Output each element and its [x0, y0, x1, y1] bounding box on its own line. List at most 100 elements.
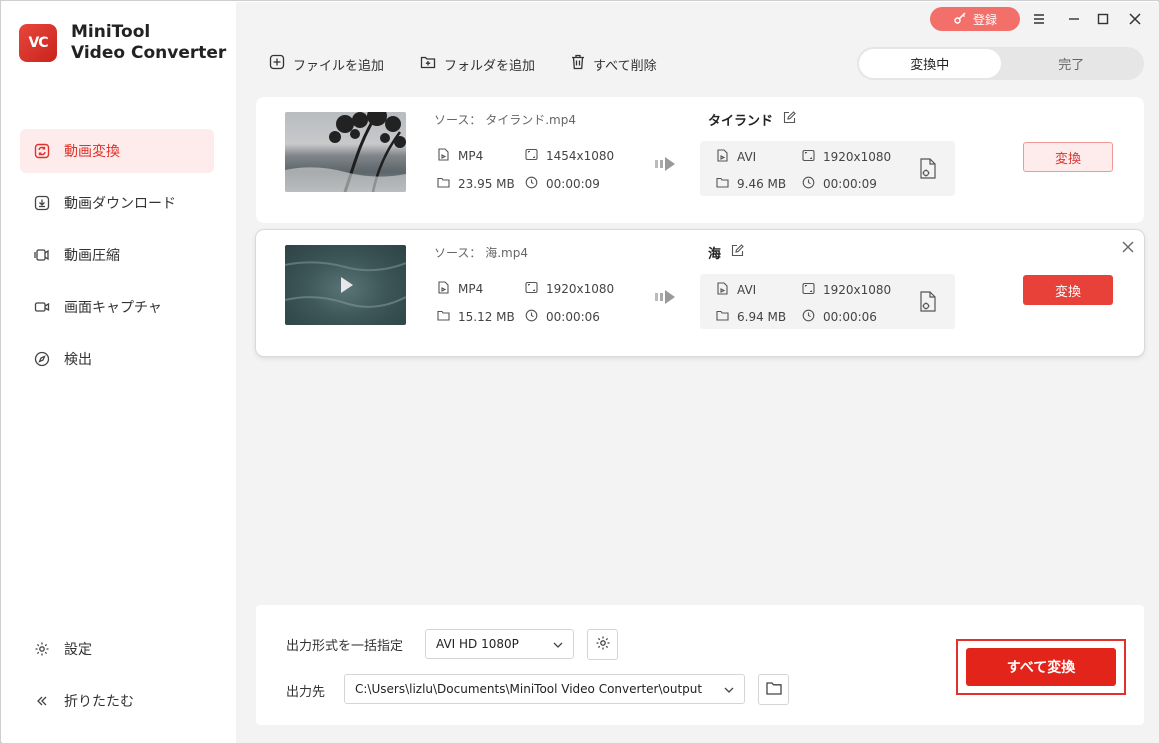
add-file-button[interactable]: ファイルを追加 — [269, 54, 384, 74]
clock-icon — [525, 176, 538, 192]
resolution-icon — [802, 149, 815, 165]
video-thumbnail — [285, 245, 406, 325]
file-video-icon — [437, 281, 450, 297]
sidebar-item-label: 画面キャプチャ — [64, 300, 162, 316]
delete-all-button[interactable]: すべて削除 — [571, 54, 657, 74]
video-thumbnail — [285, 112, 406, 192]
sidebar-item-label: 設定 — [64, 642, 92, 658]
tab-done[interactable]: 完了 — [1001, 49, 1143, 78]
chevron-down-icon — [553, 637, 563, 651]
source-resolution: 1454x1080 — [525, 148, 614, 164]
source-size: 23.95 MB — [437, 176, 515, 192]
folder-icon — [765, 681, 782, 699]
add-folder-button[interactable]: フォルダを追加 — [420, 54, 535, 74]
source-format: MP4 — [437, 281, 483, 297]
sidebar-nav: 動画変換 動画ダウンロード 動画圧縮 画面キャプチャ 検出 — [20, 129, 214, 389]
tab-converting[interactable]: 変換中 — [859, 49, 1001, 78]
sidebar-item-discover[interactable]: 検出 — [20, 337, 214, 381]
arrow-right-icon — [655, 288, 677, 310]
gear-icon — [595, 635, 611, 655]
main-panel: 登録 ファイルを追加 フォルダを追加 すべて削除 変換中 完了 ソース： タイラ… — [236, 2, 1159, 743]
maximize-icon[interactable] — [1094, 10, 1112, 28]
output-format-select[interactable]: AVI HD 1080P — [425, 629, 574, 659]
output-format: AVI — [716, 149, 756, 165]
output-format: AVI — [716, 282, 756, 298]
edit-icon[interactable] — [731, 244, 744, 261]
compass-icon — [34, 351, 50, 367]
clock-icon — [802, 176, 815, 192]
convert-icon — [34, 143, 50, 159]
folder-icon — [437, 309, 450, 325]
arrow-right-icon — [655, 155, 677, 177]
sidebar-item-video-compress[interactable]: 動画圧縮 — [20, 233, 214, 277]
close-icon[interactable] — [1126, 10, 1144, 28]
convert-all-button[interactable]: すべて変換 — [966, 648, 1116, 686]
convert-button[interactable]: 変換 — [1023, 275, 1113, 305]
key-icon — [953, 11, 967, 28]
download-icon — [34, 195, 50, 211]
register-button[interactable]: 登録 — [930, 7, 1020, 31]
convert-all-highlight: すべて変換 — [956, 639, 1126, 695]
sidebar-item-label: 折りたたむ — [64, 694, 134, 710]
output-filename: 海 — [708, 243, 744, 262]
gear-icon — [34, 641, 50, 657]
sidebar: VC MiniTool Video Converter 動画変換 動画ダウンロー… — [2, 2, 236, 743]
browse-folder-button[interactable] — [758, 674, 789, 705]
menu-icon[interactable] — [1030, 10, 1048, 28]
sidebar-item-collapse[interactable]: 折りたたむ — [20, 679, 214, 723]
toolbar: ファイルを追加 フォルダを追加 すべて削除 — [269, 54, 657, 74]
output-settings-icon[interactable] — [919, 291, 937, 317]
file-card: ソース： 海.mp4 MP4 1920x1080 15.12 MB 00:00:… — [256, 230, 1144, 356]
trash-icon — [571, 54, 585, 74]
file-video-icon — [716, 282, 729, 298]
resolution-icon — [525, 281, 538, 297]
folder-icon — [716, 309, 729, 325]
output-path-label: 出力先 — [286, 685, 326, 700]
edit-icon[interactable] — [783, 111, 796, 128]
status-tabs: 変換中 完了 — [857, 47, 1144, 80]
sidebar-item-label: 検出 — [64, 352, 92, 368]
folder-icon — [437, 176, 450, 192]
output-filename: タイランド — [708, 110, 796, 129]
output-path-select[interactable]: C:\Users\lizlu\Documents\MiniTool Video … — [344, 674, 745, 704]
app-window: VC MiniTool Video Converter 動画変換 動画ダウンロー… — [0, 0, 1159, 743]
resolution-icon — [802, 282, 815, 298]
output-resolution: 1920x1080 — [802, 282, 891, 298]
compress-icon — [34, 247, 50, 263]
output-size: 6.94 MB — [716, 309, 786, 325]
remove-file-icon[interactable] — [1122, 238, 1134, 257]
add-folder-icon — [420, 54, 436, 74]
output-settings-icon[interactable] — [919, 158, 937, 184]
output-duration: 00:00:09 — [802, 176, 877, 192]
source-filename: ソース： 海.mp4 — [434, 246, 528, 260]
app-name-line1: MiniTool — [71, 22, 151, 42]
output-info: AVI 1920x1080 9.46 MB 00:00:09 — [700, 141, 955, 196]
output-settings-panel: 出力形式を一括指定 AVI HD 1080P 出力先 C:\Users\lizl… — [256, 605, 1144, 725]
format-settings-button[interactable] — [587, 629, 618, 660]
sidebar-item-label: 動画圧縮 — [64, 248, 120, 264]
app-name-line2: Video Converter — [71, 43, 227, 63]
sidebar-item-screen-capture[interactable]: 画面キャプチャ — [20, 285, 214, 329]
output-resolution: 1920x1080 — [802, 149, 891, 165]
sidebar-item-settings[interactable]: 設定 — [20, 627, 214, 671]
camera-icon — [34, 299, 50, 315]
file-video-icon — [437, 148, 450, 164]
source-filename: ソース： タイランド.mp4 — [434, 113, 576, 127]
sidebar-item-video-convert[interactable]: 動画変換 — [20, 129, 214, 173]
output-size: 9.46 MB — [716, 176, 786, 192]
clock-icon — [802, 309, 815, 325]
output-info: AVI 1920x1080 6.94 MB 00:00:06 — [700, 274, 955, 329]
format-label: 出力形式を一括指定 — [286, 639, 404, 654]
clock-icon — [525, 309, 538, 325]
folder-icon — [716, 176, 729, 192]
file-video-icon — [716, 149, 729, 165]
source-duration: 00:00:06 — [525, 309, 600, 325]
source-resolution: 1920x1080 — [525, 281, 614, 297]
collapse-icon — [34, 693, 50, 709]
sidebar-item-video-download[interactable]: 動画ダウンロード — [20, 181, 214, 225]
chevron-down-icon — [724, 682, 734, 696]
source-duration: 00:00:09 — [525, 176, 600, 192]
source-format: MP4 — [437, 148, 483, 164]
convert-button[interactable]: 変換 — [1023, 142, 1113, 172]
minimize-icon[interactable] — [1065, 10, 1083, 28]
